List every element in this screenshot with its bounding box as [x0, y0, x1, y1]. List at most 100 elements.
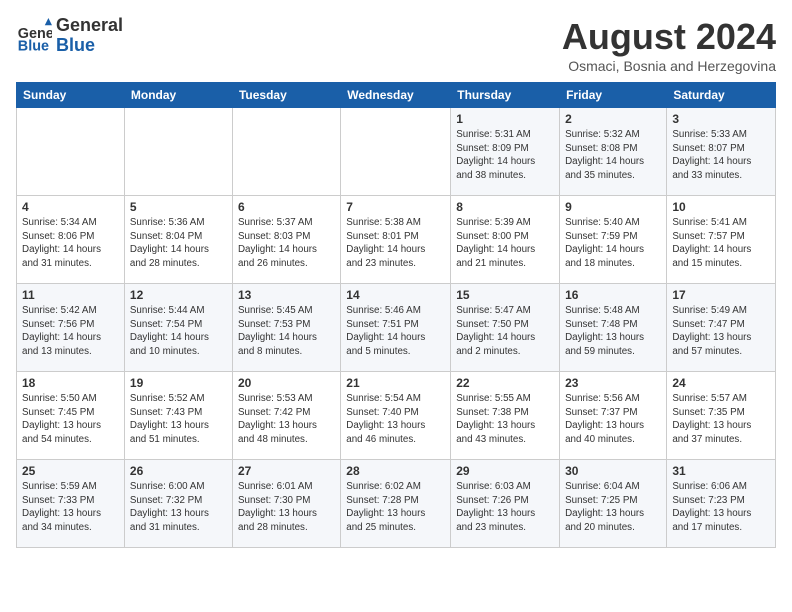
week-row-3: 11 Sunrise: 5:42 AM Sunset: 7:56 PM Dayli… — [17, 284, 776, 372]
calendar-cell: 11 Sunrise: 5:42 AM Sunset: 7:56 PM Dayli… — [17, 284, 125, 372]
day-info: Sunrise: 6:04 AM Sunset: 7:25 PM Dayligh… — [565, 480, 661, 535]
calendar-cell: 12Sunrise: 5:44 AM Sunset: 7:54 PM Dayli… — [124, 284, 232, 372]
calendar-cell: 28 Sunrise: 6:02 AM Sunset: 7:28 PM Dayli… — [341, 460, 451, 548]
day-number: 6 — [238, 200, 335, 214]
day-info: Sunrise: 6:03 AM Sunset: 7:26 PM Dayligh… — [456, 480, 554, 535]
logo-text: GeneralBlue — [56, 16, 123, 56]
calendar-cell: 21 Sunrise: 5:54 AM Sunset: 7:40 PM Dayli… — [341, 372, 451, 460]
day-info: Sunrise: 5:40 AM Sunset: 7:59 PM Dayligh… — [565, 216, 661, 271]
day-number: 9 — [565, 200, 661, 214]
day-number: 5 — [130, 200, 227, 214]
calendar-cell: 4 Sunrise: 5:34 AM Sunset: 8:06 PM Daylig… — [17, 196, 125, 284]
day-info: Sunrise: 6:01 AM Sunset: 7:30 PM Dayligh… — [238, 480, 335, 535]
location-subtitle: Osmaci, Bosnia and Herzegovina — [562, 58, 776, 74]
day-info: Sunrise: 5:56 AM Sunset: 7:37 PM Dayligh… — [565, 392, 661, 447]
day-number: 14 — [346, 288, 445, 302]
day-info: Sunrise: 5:42 AM Sunset: 7:56 PM Dayligh… — [22, 304, 119, 359]
weekday-saturday: Saturday — [667, 83, 776, 108]
day-info: Sunrise: 6:06 AM Sunset: 7:23 PM Dayligh… — [672, 480, 770, 535]
calendar-cell: 8 Sunrise: 5:39 AM Sunset: 8:00 PM Daylig… — [451, 196, 560, 284]
day-info: Sunrise: 5:59 AM Sunset: 7:33 PM Dayligh… — [22, 480, 119, 535]
day-number: 29 — [456, 464, 554, 478]
calendar-cell: 6 Sunrise: 5:37 AM Sunset: 8:03 PM Daylig… — [232, 196, 340, 284]
day-number: 11 — [22, 288, 119, 302]
calendar-cell — [232, 108, 340, 196]
day-info: Sunrise: 6:00 AM Sunset: 7:32 PM Dayligh… — [130, 480, 227, 535]
day-info: Sunrise: 5:41 AM Sunset: 7:57 PM Dayligh… — [672, 216, 770, 271]
calendar-cell: 15Sunrise: 5:47 AM Sunset: 7:50 PM Dayli… — [451, 284, 560, 372]
logo-icon: General Blue — [16, 18, 52, 54]
day-info: Sunrise: 6:02 AM Sunset: 7:28 PM Dayligh… — [346, 480, 445, 535]
day-number: 1 — [456, 112, 554, 126]
weekday-thursday: Thursday — [451, 83, 560, 108]
calendar-cell: 20 Sunrise: 5:53 AM Sunset: 7:42 PM Dayli… — [232, 372, 340, 460]
calendar-cell: 2 Sunrise: 5:32 AM Sunset: 8:08 PM Daylig… — [560, 108, 667, 196]
calendar-cell: 30Sunrise: 6:04 AM Sunset: 7:25 PM Dayli… — [560, 460, 667, 548]
day-info: Sunrise: 5:31 AM Sunset: 8:09 PM Dayligh… — [456, 128, 554, 183]
calendar-cell: 5 Sunrise: 5:36 AM Sunset: 8:04 PM Daylig… — [124, 196, 232, 284]
calendar-cell: 24Sunrise: 5:57 AM Sunset: 7:35 PM Dayli… — [667, 372, 776, 460]
day-number: 16 — [565, 288, 661, 302]
title-block: August 2024 Osmaci, Bosnia and Herzegovi… — [562, 16, 776, 74]
day-info: Sunrise: 5:38 AM Sunset: 8:01 PM Dayligh… — [346, 216, 445, 271]
calendar-body: 1 Sunrise: 5:31 AM Sunset: 8:09 PM Daylig… — [17, 108, 776, 548]
day-number: 8 — [456, 200, 554, 214]
weekday-tuesday: Tuesday — [232, 83, 340, 108]
day-number: 4 — [22, 200, 119, 214]
calendar-cell: 13 Sunrise: 5:45 AM Sunset: 7:53 PM Dayli… — [232, 284, 340, 372]
day-info: Sunrise: 5:39 AM Sunset: 8:00 PM Dayligh… — [456, 216, 554, 271]
day-number: 26 — [130, 464, 227, 478]
day-number: 2 — [565, 112, 661, 126]
day-number: 13 — [238, 288, 335, 302]
day-info: Sunrise: 5:49 AM Sunset: 7:47 PM Dayligh… — [672, 304, 770, 359]
calendar-cell: 26 Sunrise: 6:00 AM Sunset: 7:32 PM Dayli… — [124, 460, 232, 548]
weekday-header-row: SundayMondayTuesdayWednesdayThursdayFrid… — [17, 83, 776, 108]
week-row-2: 4 Sunrise: 5:34 AM Sunset: 8:06 PM Daylig… — [17, 196, 776, 284]
day-info: Sunrise: 5:54 AM Sunset: 7:40 PM Dayligh… — [346, 392, 445, 447]
day-number: 25 — [22, 464, 119, 478]
day-number: 28 — [346, 464, 445, 478]
day-number: 21 — [346, 376, 445, 390]
page-header: General Blue GeneralBlue August 2024 Osm… — [16, 16, 776, 74]
calendar-cell: 23 Sunrise: 5:56 AM Sunset: 7:37 PM Dayli… — [560, 372, 667, 460]
calendar-cell — [17, 108, 125, 196]
calendar-cell: 19 Sunrise: 5:52 AM Sunset: 7:43 PM Dayli… — [124, 372, 232, 460]
day-number: 3 — [672, 112, 770, 126]
calendar-cell: 17 Sunrise: 5:49 AM Sunset: 7:47 PM Dayli… — [667, 284, 776, 372]
week-row-5: 25 Sunrise: 5:59 AM Sunset: 7:33 PM Dayli… — [17, 460, 776, 548]
day-number: 27 — [238, 464, 335, 478]
day-info: Sunrise: 5:36 AM Sunset: 8:04 PM Dayligh… — [130, 216, 227, 271]
weekday-friday: Friday — [560, 83, 667, 108]
day-info: Sunrise: 5:44 AM Sunset: 7:54 PM Dayligh… — [130, 304, 227, 359]
day-info: Sunrise: 5:48 AM Sunset: 7:48 PM Dayligh… — [565, 304, 661, 359]
calendar-table: SundayMondayTuesdayWednesdayThursdayFrid… — [16, 82, 776, 548]
day-info: Sunrise: 5:45 AM Sunset: 7:53 PM Dayligh… — [238, 304, 335, 359]
day-info: Sunrise: 5:52 AM Sunset: 7:43 PM Dayligh… — [130, 392, 227, 447]
day-info: Sunrise: 5:55 AM Sunset: 7:38 PM Dayligh… — [456, 392, 554, 447]
svg-text:Blue: Blue — [18, 38, 49, 54]
calendar-cell: 22 Sunrise: 5:55 AM Sunset: 7:38 PM Dayli… — [451, 372, 560, 460]
day-number: 19 — [130, 376, 227, 390]
day-info: Sunrise: 5:53 AM Sunset: 7:42 PM Dayligh… — [238, 392, 335, 447]
day-number: 20 — [238, 376, 335, 390]
day-number: 17 — [672, 288, 770, 302]
calendar-cell: 9 Sunrise: 5:40 AM Sunset: 7:59 PM Daylig… — [560, 196, 667, 284]
calendar-cell: 25 Sunrise: 5:59 AM Sunset: 7:33 PM Dayli… — [17, 460, 125, 548]
calendar-cell: 18 Sunrise: 5:50 AM Sunset: 7:45 PM Dayli… — [17, 372, 125, 460]
day-info: Sunrise: 5:37 AM Sunset: 8:03 PM Dayligh… — [238, 216, 335, 271]
calendar-cell — [124, 108, 232, 196]
calendar-cell: 1 Sunrise: 5:31 AM Sunset: 8:09 PM Daylig… — [451, 108, 560, 196]
calendar-cell: 3 Sunrise: 5:33 AM Sunset: 8:07 PM Daylig… — [667, 108, 776, 196]
day-number: 22 — [456, 376, 554, 390]
calendar-cell: 31Sunrise: 6:06 AM Sunset: 7:23 PM Dayli… — [667, 460, 776, 548]
day-info: Sunrise: 5:32 AM Sunset: 8:08 PM Dayligh… — [565, 128, 661, 183]
day-info: Sunrise: 5:34 AM Sunset: 8:06 PM Dayligh… — [22, 216, 119, 271]
day-number: 18 — [22, 376, 119, 390]
day-number: 23 — [565, 376, 661, 390]
day-number: 7 — [346, 200, 445, 214]
day-info: Sunrise: 5:33 AM Sunset: 8:07 PM Dayligh… — [672, 128, 770, 183]
calendar-cell: 27 Sunrise: 6:01 AM Sunset: 7:30 PM Dayli… — [232, 460, 340, 548]
week-row-1: 1 Sunrise: 5:31 AM Sunset: 8:09 PM Daylig… — [17, 108, 776, 196]
day-number: 15 — [456, 288, 554, 302]
day-info: Sunrise: 5:50 AM Sunset: 7:45 PM Dayligh… — [22, 392, 119, 447]
